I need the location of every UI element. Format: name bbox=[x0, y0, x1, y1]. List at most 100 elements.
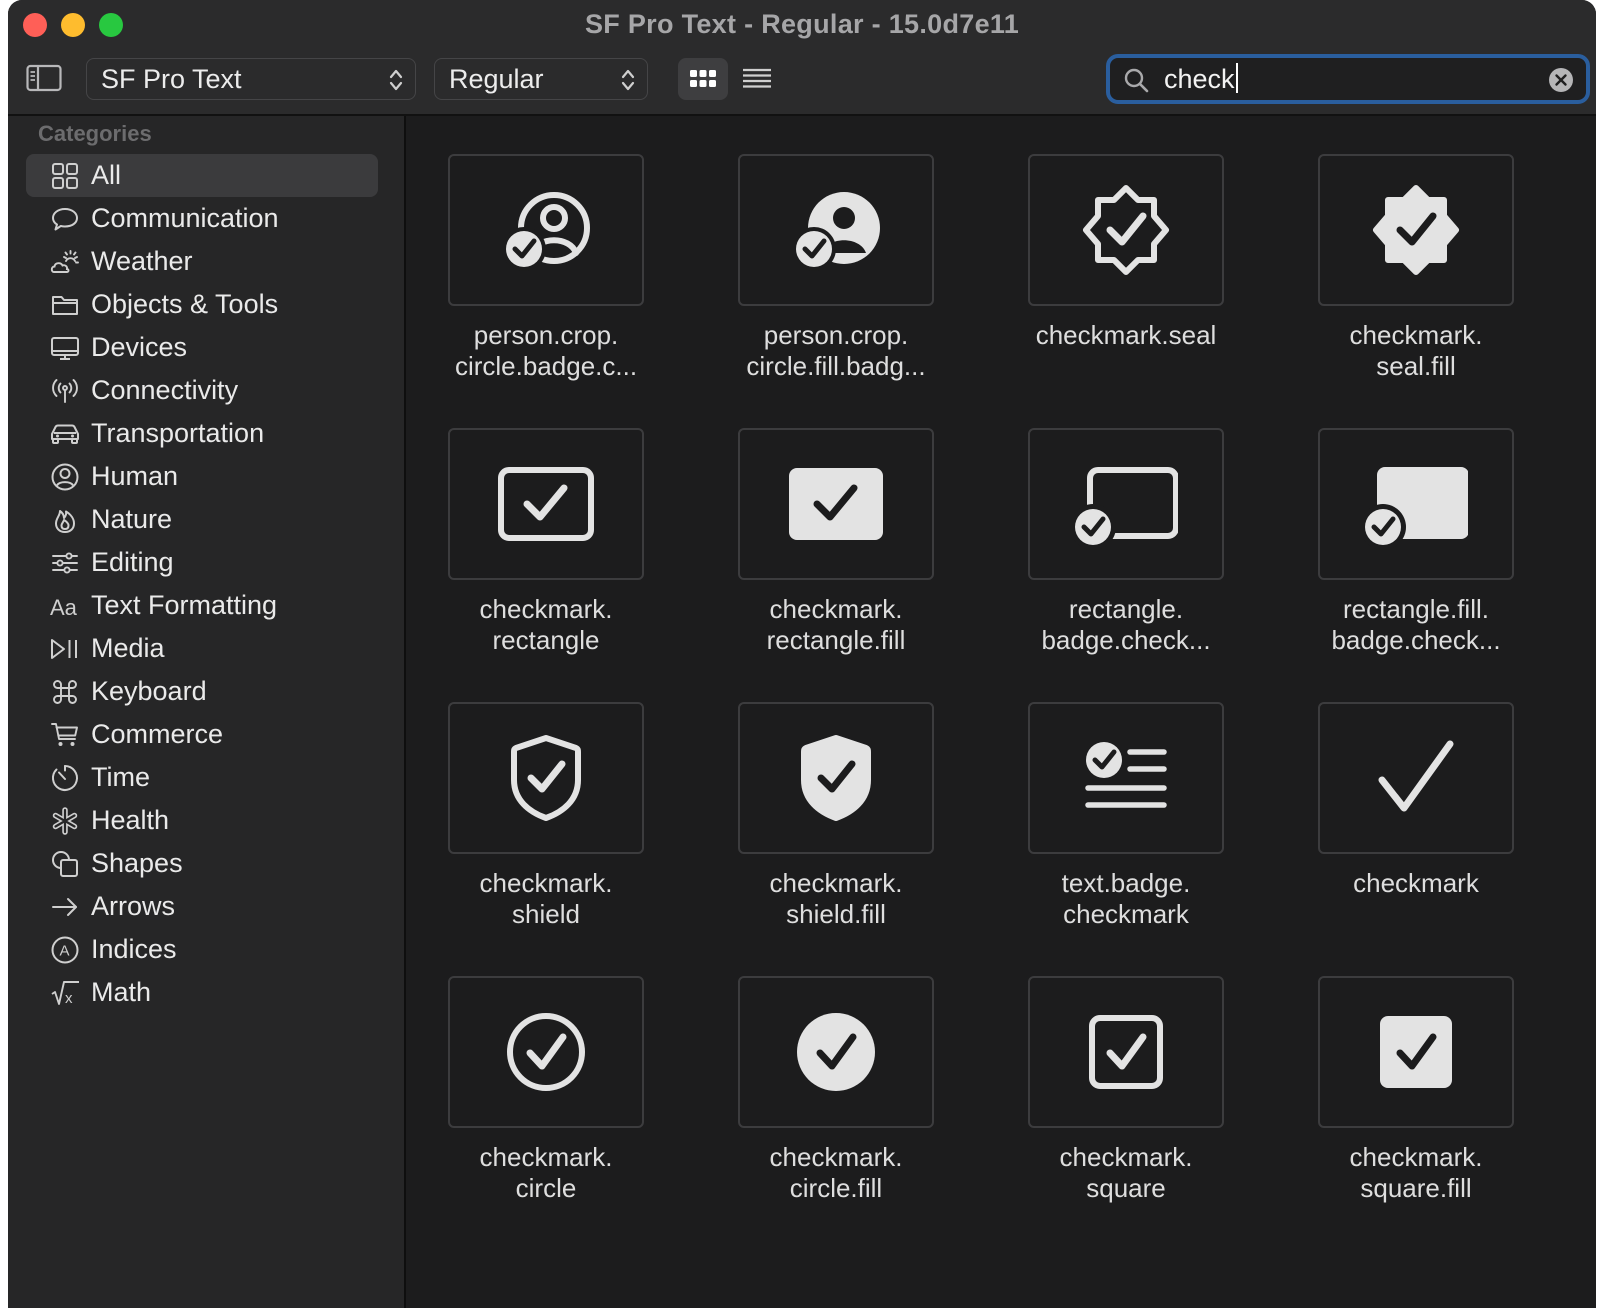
symbol-name-line: badge.check... bbox=[1041, 625, 1211, 655]
arrow-right-icon bbox=[52, 898, 77, 916]
symbol-tile bbox=[448, 976, 644, 1128]
person-crop-circle-fill-badge-checkmark-icon bbox=[792, 192, 880, 271]
sidebar-item-editing[interactable]: Editing bbox=[26, 541, 378, 584]
symbol-name-line: shield bbox=[512, 899, 580, 929]
clear-icon[interactable] bbox=[1548, 67, 1574, 93]
symbol-name: checkmark. shield bbox=[428, 868, 664, 930]
symbol-browser: person.crop. circle.badge.c... person.cr… bbox=[406, 116, 1596, 1308]
sidebar-item-label: Keyboard bbox=[91, 676, 207, 706]
search-field[interactable]: check bbox=[1106, 54, 1590, 104]
sliders-icon bbox=[52, 552, 78, 574]
square-grid-icon bbox=[52, 163, 78, 189]
symbol-grid: person.crop. circle.badge.c... person.cr… bbox=[448, 154, 1560, 1284]
symbol-cell[interactable]: checkmark. circle bbox=[448, 976, 644, 1238]
sidebar-item-nature[interactable]: Nature bbox=[26, 498, 378, 541]
sidebar-item-shapes[interactable]: Shapes bbox=[26, 842, 378, 885]
window-title: SF Pro Text - Regular - 15.0d7e11 bbox=[584, 9, 1020, 39]
sidebar-item-label: Math bbox=[91, 977, 152, 1007]
symbol-name-line: checkmark. bbox=[479, 594, 613, 624]
sidebar-item-connectivity[interactable]: Connectivity bbox=[26, 369, 378, 412]
symbol-name: checkmark. square.fill bbox=[1298, 1142, 1534, 1204]
symbol-cell[interactable]: checkmark bbox=[1318, 702, 1514, 964]
symbol-tile bbox=[738, 428, 934, 580]
symbol-cell[interactable]: rectangle. badge.check... bbox=[1028, 428, 1224, 690]
symbol-cell[interactable]: person.crop. circle.fill.badg... bbox=[738, 154, 934, 416]
symbol-cell[interactable]: text.badge. checkmark bbox=[1028, 702, 1224, 964]
symbol-cell[interactable]: checkmark. shield.fill bbox=[738, 702, 934, 964]
symbol-name-line: checkmark bbox=[1353, 868, 1479, 898]
checkmark-circle-icon bbox=[507, 1013, 585, 1091]
symbol-name-line: checkmark. bbox=[479, 1142, 613, 1172]
symbol-name: text.badge. checkmark bbox=[1008, 868, 1244, 930]
svg-text:Aa: Aa bbox=[50, 595, 78, 620]
sidebar-item-arrows[interactable]: Arrows bbox=[26, 885, 378, 928]
symbol-name-line: badge.check... bbox=[1331, 625, 1501, 655]
car-icon bbox=[51, 424, 79, 444]
desktop-icon bbox=[51, 337, 79, 360]
symbol-tile bbox=[738, 702, 934, 854]
sidebar-item-time[interactable]: Time bbox=[26, 756, 378, 799]
symbol-cell[interactable]: checkmark. square bbox=[1028, 976, 1224, 1238]
symbol-cell[interactable]: rectangle.fill. badge.check... bbox=[1318, 428, 1514, 690]
sidebar-item-human[interactable]: Human bbox=[26, 455, 378, 498]
symbol-name: rectangle.fill. badge.check... bbox=[1298, 594, 1534, 656]
category-list: All Communication Weather Objects & Tool… bbox=[26, 154, 378, 1014]
sidebar: Categories All Communication Weather Obj… bbox=[8, 116, 406, 1308]
font-family-popup[interactable]: SF Pro Text bbox=[86, 58, 416, 100]
rectangle-fill-badge-checkmark-icon bbox=[1364, 467, 1468, 550]
sidebar-item-label: Nature bbox=[91, 504, 173, 534]
sidebar-item-label: Indices bbox=[91, 934, 177, 964]
symbol-cell[interactable]: checkmark. rectangle bbox=[448, 428, 644, 690]
antenna-icon bbox=[52, 379, 78, 403]
sidebar-item-devices[interactable]: Devices bbox=[26, 326, 378, 369]
grid-view-button[interactable] bbox=[678, 58, 728, 100]
sidebar-item-label: Arrows bbox=[91, 891, 176, 921]
symbol-name: checkmark. shield.fill bbox=[718, 868, 954, 930]
checkmark-shield-fill-icon bbox=[801, 735, 871, 821]
sidebar-item-weather[interactable]: Weather bbox=[26, 240, 378, 283]
a-circle-icon: A bbox=[51, 936, 79, 964]
symbol-name-line: shield.fill bbox=[786, 899, 886, 929]
symbol-name-line: checkmark. bbox=[769, 1142, 903, 1172]
sidebar-item-text-formatting[interactable]: Aa Text Formatting bbox=[26, 584, 378, 627]
symbol-cell[interactable]: person.crop. circle.badge.c... bbox=[448, 154, 644, 416]
chevron-updown-icon bbox=[389, 69, 403, 91]
symbol-cell[interactable]: checkmark.seal bbox=[1028, 154, 1224, 416]
symbol-tile bbox=[1028, 154, 1224, 306]
sidebar-item-label: Health bbox=[91, 805, 170, 835]
search-input[interactable]: check bbox=[1164, 63, 1238, 95]
sidebar-item-math[interactable]: x Math bbox=[26, 971, 378, 1014]
symbol-name-line: checkmark. bbox=[769, 868, 903, 898]
list-view-button[interactable] bbox=[732, 58, 782, 100]
sidebar-item-indices[interactable]: A Indices bbox=[26, 928, 378, 971]
checkmark-square-icon bbox=[1089, 1015, 1163, 1089]
sidebar-item-label: Objects & Tools bbox=[91, 289, 279, 319]
symbol-cell[interactable]: checkmark. square.fill bbox=[1318, 976, 1514, 1238]
sidebar-item-keyboard[interactable]: Keyboard bbox=[26, 670, 378, 713]
sidebar-left-icon[interactable] bbox=[26, 64, 62, 92]
sidebar-item-media[interactable]: Media bbox=[26, 627, 378, 670]
search-value: check bbox=[1164, 64, 1235, 94]
symbol-cell[interactable]: checkmark. circle.fill bbox=[738, 976, 934, 1238]
symbol-name-line: rectangle.fill bbox=[766, 625, 906, 655]
sidebar-item-transportation[interactable]: Transportation bbox=[26, 412, 378, 455]
sidebar-item-commerce[interactable]: Commerce bbox=[26, 713, 378, 756]
symbol-tile bbox=[1028, 976, 1224, 1128]
symbol-name-line: square.fill bbox=[1360, 1173, 1472, 1203]
textformat-icon: Aa bbox=[50, 595, 78, 620]
symbol-cell[interactable]: checkmark. shield bbox=[448, 702, 644, 964]
symbol-name: checkmark. rectangle bbox=[428, 594, 664, 656]
symbol-tile bbox=[1318, 976, 1514, 1128]
symbol-name: checkmark. seal.fill bbox=[1298, 320, 1534, 382]
symbol-cell[interactable]: checkmark. rectangle.fill bbox=[738, 428, 934, 690]
symbol-tile bbox=[738, 976, 934, 1128]
symbol-cell[interactable]: checkmark. seal.fill bbox=[1318, 154, 1514, 416]
font-style-popup[interactable]: Regular bbox=[434, 58, 648, 100]
cart-icon bbox=[51, 723, 78, 746]
symbol-name-line: circle bbox=[515, 1173, 577, 1203]
app-window: SF Pro Text - Regular - 15.0d7e11 SF Pro… bbox=[8, 0, 1596, 1308]
sidebar-item-communication[interactable]: Communication bbox=[26, 197, 378, 240]
sidebar-item-all[interactable]: All bbox=[26, 154, 378, 197]
sidebar-item-health[interactable]: Health bbox=[26, 799, 378, 842]
sidebar-item-objects-tools[interactable]: Objects & Tools bbox=[26, 283, 378, 326]
